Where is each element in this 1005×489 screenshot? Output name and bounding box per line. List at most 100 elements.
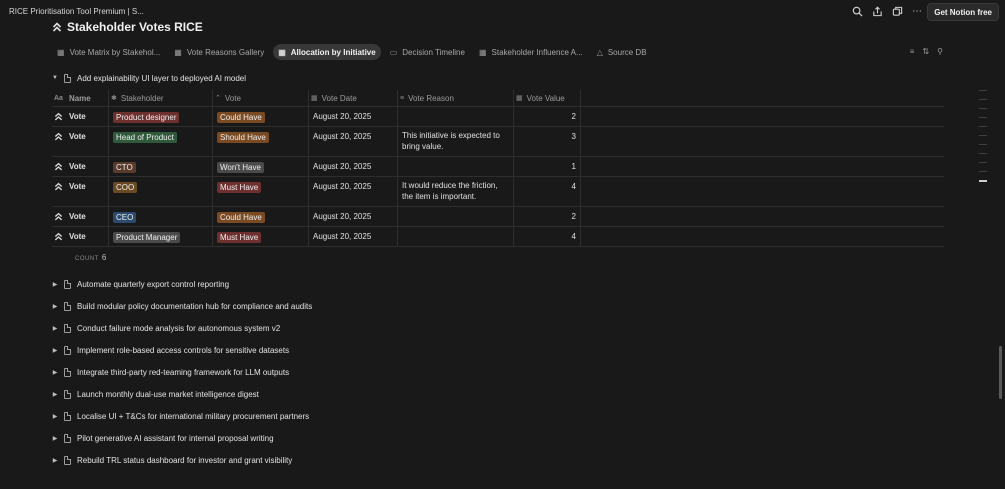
page-icon xyxy=(64,323,71,333)
column-header-vote[interactable]: ⌃ Vote xyxy=(213,90,309,106)
row-name: Vote xyxy=(69,212,86,221)
column-header-vote-value[interactable]: ▦ Vote Value xyxy=(514,90,581,106)
sort-icon[interactable]: ⇅ xyxy=(922,47,929,56)
caret-right-icon[interactable]: ▶ xyxy=(52,413,58,420)
tab-vote-matrix[interactable]: ▦ Vote Matrix by Stakehol... xyxy=(52,44,165,60)
group-expanded[interactable]: ▼ Add explainability UI layer to deploye… xyxy=(52,71,246,85)
cell-vote-reason[interactable]: This initiative is expected to bring val… xyxy=(398,127,514,156)
group-collapsed[interactable]: ▶ Automate quarterly export control repor… xyxy=(52,277,229,291)
cell-spacer xyxy=(581,227,944,246)
cell-vote-date[interactable]: August 20, 2025 xyxy=(309,227,398,246)
cell-stakeholder[interactable]: COO xyxy=(109,177,213,206)
column-header-stakeholder[interactable]: ✱ Stakeholder xyxy=(109,90,213,106)
cell-vote-reason[interactable] xyxy=(398,157,514,176)
tab-stakeholder-influence[interactable]: ▦ Stakeholder Influence A... xyxy=(474,44,588,60)
search-icon[interactable] xyxy=(851,5,863,17)
minimap-line xyxy=(979,144,987,145)
minimap-line xyxy=(979,99,987,100)
scrollbar[interactable] xyxy=(999,346,1002,399)
duplicate-icon[interactable] xyxy=(891,5,903,17)
row-name: Vote xyxy=(69,112,86,121)
group-collapsed[interactable]: ▶ Launch monthly dual-use market intellig… xyxy=(52,387,259,401)
cell-vote[interactable]: Should Have xyxy=(213,127,309,156)
tab-decision-timeline[interactable]: ▭ Decision Timeline xyxy=(385,44,470,60)
cell-stakeholder[interactable]: CEO xyxy=(109,207,213,226)
cell-vote-reason[interactable] xyxy=(398,227,514,246)
cell-name[interactable]: Vote xyxy=(52,157,109,176)
stakeholder-tag: Head of Product xyxy=(113,132,177,143)
group-collapsed[interactable]: ▶ Conduct failure mode analysis for auton… xyxy=(52,321,280,335)
column-label: Stakeholder xyxy=(120,93,164,103)
table-row[interactable]: Vote COO Must Have August 20, 2025 It would … xyxy=(52,177,944,207)
cell-vote-reason[interactable] xyxy=(398,107,514,126)
minimap-line xyxy=(979,153,987,154)
cell-vote-value[interactable]: 1 xyxy=(514,157,581,176)
cell-vote-date[interactable]: August 20, 2025 xyxy=(309,207,398,226)
cell-vote[interactable]: Must Have xyxy=(213,177,309,206)
column-header-vote-date[interactable]: ▦ Vote Date xyxy=(309,90,398,106)
cell-name[interactable]: Vote xyxy=(52,107,109,126)
cell-stakeholder[interactable]: CTO xyxy=(109,157,213,176)
page-icon xyxy=(64,411,71,421)
share-icon[interactable] xyxy=(871,5,883,17)
cell-vote-date[interactable]: August 20, 2025 xyxy=(309,107,398,126)
table-row[interactable]: Vote CEO Could Have August 20, 2025 2 xyxy=(52,207,944,227)
cell-vote-date[interactable]: August 20, 2025 xyxy=(309,127,398,156)
group-collapsed[interactable]: ▶ Localise UI + T&Cs for international mi… xyxy=(52,409,309,423)
caret-right-icon[interactable]: ▶ xyxy=(52,325,58,332)
caret-right-icon[interactable]: ▶ xyxy=(52,435,58,442)
outline-minimap[interactable] xyxy=(979,90,987,190)
cell-stakeholder[interactable]: Product Manager xyxy=(109,227,213,246)
caret-right-icon[interactable]: ▶ xyxy=(52,347,58,354)
table-row[interactable]: Vote CTO Won't Have August 20, 2025 1 xyxy=(52,157,944,177)
cell-vote[interactable]: Won't Have xyxy=(213,157,309,176)
cell-vote-value[interactable]: 3 xyxy=(514,127,581,156)
column-header-name[interactable]: Aa Name xyxy=(52,90,109,106)
cell-vote-value[interactable]: 4 xyxy=(514,227,581,246)
cell-vote-reason[interactable] xyxy=(398,207,514,226)
table-row[interactable]: Vote Product Manager Must Have August 20, 2… xyxy=(52,227,944,247)
cell-vote-value[interactable]: 4 xyxy=(514,177,581,206)
row-name: Vote xyxy=(69,132,86,141)
caret-right-icon[interactable]: ▶ xyxy=(52,281,58,288)
cell-vote-date[interactable]: August 20, 2025 xyxy=(309,177,398,206)
cell-name[interactable]: Vote xyxy=(52,227,109,246)
group-collapsed[interactable]: ▶ Integrate third-party red-teaming frame… xyxy=(52,365,289,379)
group-collapsed[interactable]: ▶ Pilot generative AI assistant for inter… xyxy=(52,431,274,445)
filter-icon[interactable]: ≡ xyxy=(910,47,915,56)
tab-allocation-by-initiative[interactable]: ▦ Allocation by Initiative xyxy=(273,44,381,60)
column-header-vote-reason[interactable]: ≡ Vote Reason xyxy=(398,90,514,106)
cell-vote[interactable]: Must Have xyxy=(213,227,309,246)
cell-stakeholder[interactable]: Product designer xyxy=(109,107,213,126)
cell-vote-reason[interactable]: It would reduce the friction, the item i… xyxy=(398,177,514,206)
search-icon[interactable]: ⚲ xyxy=(937,47,943,56)
gallery-icon: ▦ xyxy=(174,47,182,57)
caret-right-icon[interactable]: ▶ xyxy=(52,303,58,310)
caret-right-icon[interactable]: ▶ xyxy=(52,369,58,376)
table-row[interactable]: Vote Product designer Could Have August 20,… xyxy=(52,107,944,127)
cell-name[interactable]: Vote xyxy=(52,177,109,206)
tab-source-db[interactable]: △ Source DB xyxy=(592,44,652,60)
cell-vote[interactable]: Could Have xyxy=(213,107,309,126)
page-title: Stakeholder Votes RICE xyxy=(67,20,203,34)
group-title: Pilot generative AI assistant for intern… xyxy=(77,433,274,443)
cell-name[interactable]: Vote xyxy=(52,207,109,226)
cell-vote-value[interactable]: 2 xyxy=(514,107,581,126)
cell-name[interactable]: Vote xyxy=(52,127,109,156)
get-notion-free-button[interactable]: Get Notion free xyxy=(927,3,999,21)
caret-down-icon[interactable]: ▼ xyxy=(52,75,58,81)
cell-vote-value[interactable]: 2 xyxy=(514,207,581,226)
caret-right-icon[interactable]: ▶ xyxy=(52,457,58,464)
cell-vote-date[interactable]: August 20, 2025 xyxy=(309,157,398,176)
more-icon[interactable]: ⋯ xyxy=(911,5,923,17)
group-collapsed[interactable]: ▶ Rebuild TRL status dashboard for invest… xyxy=(52,453,292,467)
tab-vote-reasons-gallery[interactable]: ▦ Vote Reasons Gallery xyxy=(169,44,269,60)
group-collapsed[interactable]: ▶ Implement role-based access controls fo… xyxy=(52,343,289,357)
document-title[interactable]: RICE Prioritisation Tool Premium | S... xyxy=(9,7,144,16)
caret-right-icon[interactable]: ▶ xyxy=(52,391,58,398)
table-icon: ▦ xyxy=(478,47,487,57)
cell-stakeholder[interactable]: Head of Product xyxy=(109,127,213,156)
group-collapsed[interactable]: ▶ Build modular policy documentation hub … xyxy=(52,299,312,313)
table-row[interactable]: Vote Head of Product Should Have August 20,… xyxy=(52,127,944,157)
cell-vote[interactable]: Could Have xyxy=(213,207,309,226)
